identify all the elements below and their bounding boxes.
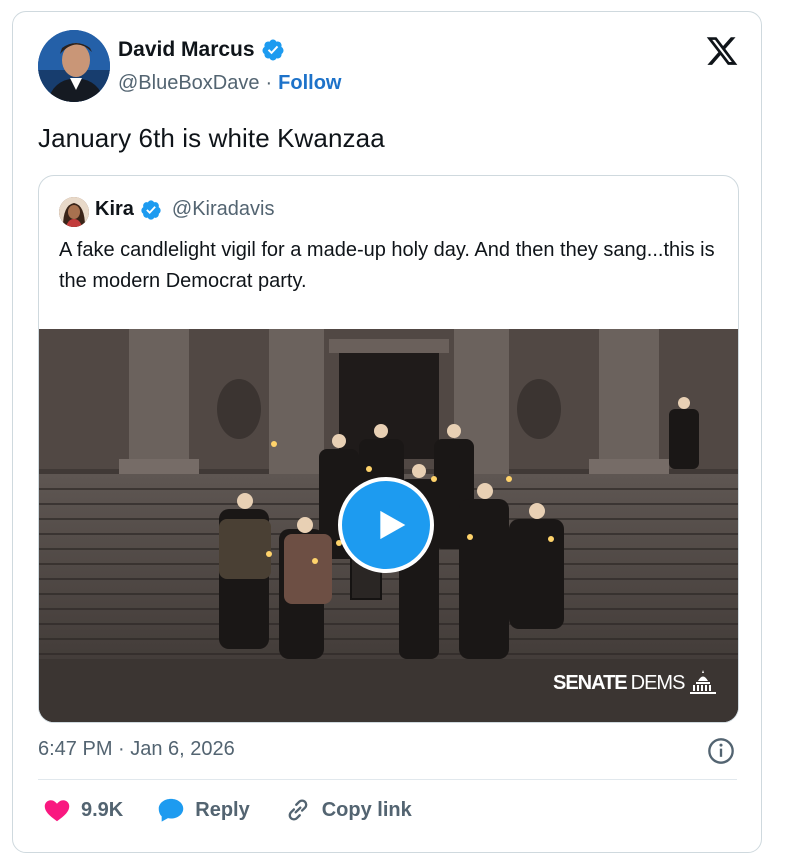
play-button[interactable] <box>338 477 434 573</box>
x-logo-icon[interactable] <box>705 34 739 68</box>
divider <box>38 779 737 780</box>
action-bar: 9.9K Reply Copy link <box>43 796 446 824</box>
like-count: 9.9K <box>81 798 124 821</box>
link-icon <box>288 799 308 821</box>
author-avatar-image <box>38 30 110 102</box>
video-player[interactable]: SENATE DEMS <box>39 329 738 722</box>
quoted-author-avatar[interactable] <box>59 197 89 227</box>
author-name-row: David Marcus <box>118 38 285 62</box>
reply-label: Reply <box>195 798 250 821</box>
follow-button[interactable]: Follow <box>278 72 341 95</box>
like-button[interactable]: 9.9K <box>43 796 123 824</box>
author-avatar[interactable] <box>38 30 110 102</box>
tweet-card: David Marcus @BlueBoxDave · Follow Janua… <box>12 11 762 853</box>
info-icon[interactable] <box>707 737 735 765</box>
author-handle-row: @BlueBoxDave · Follow <box>118 72 341 95</box>
verified-badge-icon <box>141 199 161 220</box>
watermark-dems: DEMS <box>630 672 686 694</box>
separator-dot: · <box>265 72 273 94</box>
reply-bubble-icon <box>159 798 184 822</box>
quoted-tweet[interactable]: Kira @Kiradavis A fake candlelight vigil… <box>38 175 739 723</box>
author-handle[interactable]: @BlueBoxDave <box>118 72 259 95</box>
quoted-author-row: Kira @Kiradavis <box>95 198 274 221</box>
heart-icon <box>44 800 70 822</box>
quoted-author-name[interactable]: Kira <box>95 198 134 221</box>
copy-link-label: Copy link <box>321 798 412 821</box>
copy-link-button[interactable]: Copy link <box>284 796 412 824</box>
author-name[interactable]: David Marcus <box>118 38 255 62</box>
senate-dems-watermark: SENATE DEMS <box>553 669 718 695</box>
verified-badge-icon <box>262 39 284 61</box>
watermark-senate: SENATE <box>553 672 628 694</box>
play-icon <box>380 510 406 540</box>
quoted-avatar-image <box>59 197 89 227</box>
tweet-text: January 6th is white Kwanzaa <box>38 123 385 153</box>
quoted-author-handle[interactable]: @Kiradavis <box>172 198 275 221</box>
reply-button[interactable]: Reply <box>157 796 250 824</box>
quoted-tweet-text: A fake candlelight vigil for a made-up h… <box>59 239 715 292</box>
tweet-timestamp[interactable]: 6:47 PM · Jan 6, 2026 <box>38 738 235 761</box>
capitol-icon <box>690 670 717 694</box>
